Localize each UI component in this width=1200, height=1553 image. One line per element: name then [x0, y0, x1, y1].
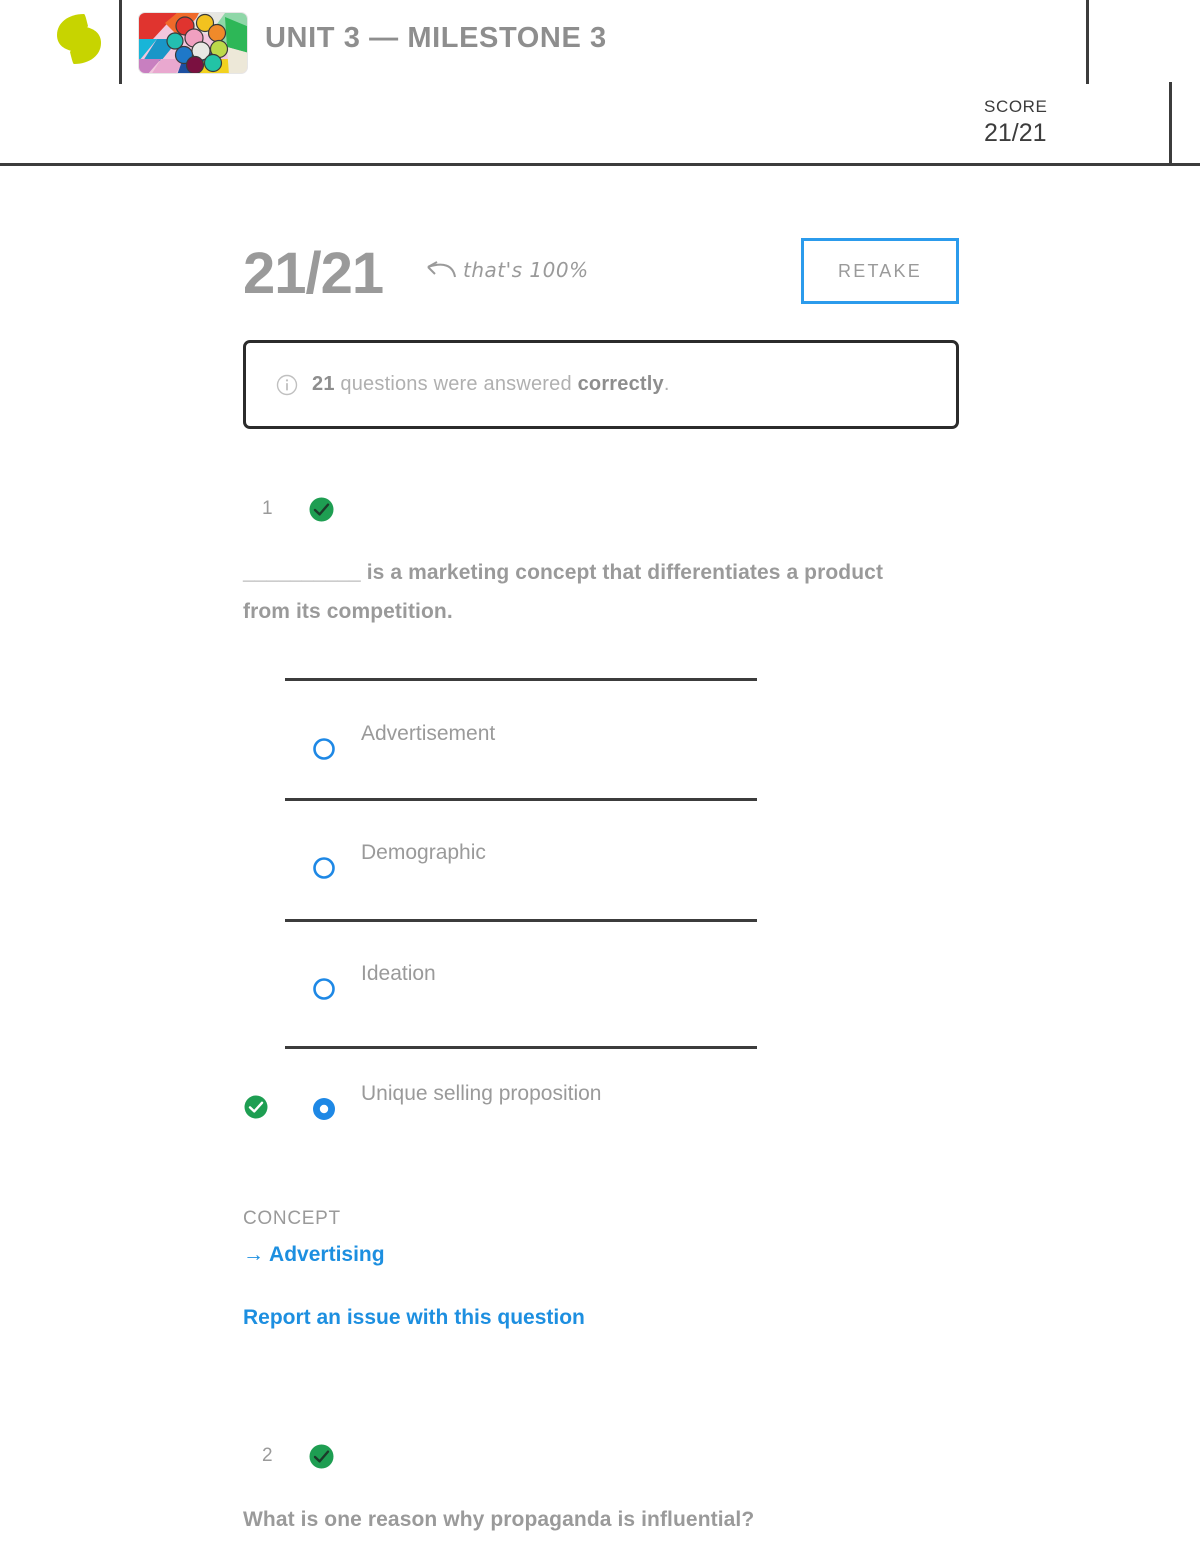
option-divider: [285, 1046, 757, 1049]
option-label-1[interactable]: Advertisement: [361, 722, 495, 746]
option-label-3[interactable]: Ideation: [361, 962, 436, 986]
option-divider: [285, 678, 757, 681]
option-divider: [285, 798, 757, 801]
result-info-box: 21 questions were answered correctly.: [243, 340, 959, 429]
green-check-circle-icon: [309, 1444, 334, 1469]
concept-link-advertising[interactable]: → Advertising: [243, 1243, 385, 1267]
question-2-header: 2: [0, 1444, 1200, 1485]
question-1-header: 1: [0, 497, 1200, 538]
question-1-number: 1: [262, 498, 273, 519]
score-label: SCORE: [984, 97, 1048, 116]
retake-button-label: RETAKE: [838, 260, 922, 281]
option-label-4[interactable]: Unique selling proposition: [361, 1082, 602, 1106]
percentage-annotation-text: that's 100%: [463, 258, 589, 282]
info-end: .: [663, 373, 670, 395]
info-circle-icon: [276, 374, 298, 395]
option-radio-2[interactable]: [312, 856, 336, 880]
green-check-circle-icon: [309, 497, 334, 522]
header-divider-right: [1169, 82, 1172, 165]
page-header: UNIT 3 — MILESTONE 3 SCORE 21/21: [0, 0, 1200, 166]
curved-left-arrow-icon: [427, 261, 456, 278]
question-2-number: 2: [262, 1445, 273, 1466]
percentage-annotation: that's 100%: [423, 258, 589, 282]
question-2-text: What is one reason why propaganda is inf…: [243, 1508, 755, 1531]
option-radio-3[interactable]: [312, 977, 336, 1001]
result-info-text: 21 questions were answered correctly.: [312, 373, 670, 396]
option-divider: [285, 919, 757, 922]
option-radio-4-selected[interactable]: [312, 1097, 336, 1121]
info-count: 21: [312, 373, 335, 395]
report-issue-link[interactable]: Report an issue with this question: [243, 1306, 585, 1330]
concept-label: CONCEPT: [243, 1208, 341, 1229]
retake-button[interactable]: RETAKE: [801, 238, 959, 304]
question-1-text: __________ is a marketing concept that d…: [243, 561, 884, 623]
header-bottom-rule: [0, 163, 1200, 166]
header-score: SCORE 21/21: [984, 96, 1047, 148]
option-radio-1[interactable]: [312, 737, 336, 761]
result-score: 21/21: [243, 241, 384, 306]
sophia-logo-icon: [54, 13, 104, 65]
header-divider-left: [119, 0, 122, 84]
course-thumbnail-image: [138, 12, 248, 74]
option-label-2[interactable]: Demographic: [361, 841, 486, 865]
info-bold: correctly: [577, 373, 664, 395]
score-value: 21/21: [984, 119, 1047, 147]
info-middle: questions were answered: [334, 373, 578, 395]
correct-answer-badge-icon: [244, 1095, 268, 1119]
header-divider-middle: [1086, 0, 1089, 84]
milestone-results-page: UNIT 3 — MILESTONE 3 SCORE 21/21 21/21 t…: [0, 0, 1200, 1553]
page-title: UNIT 3 — MILESTONE 3: [265, 22, 607, 54]
